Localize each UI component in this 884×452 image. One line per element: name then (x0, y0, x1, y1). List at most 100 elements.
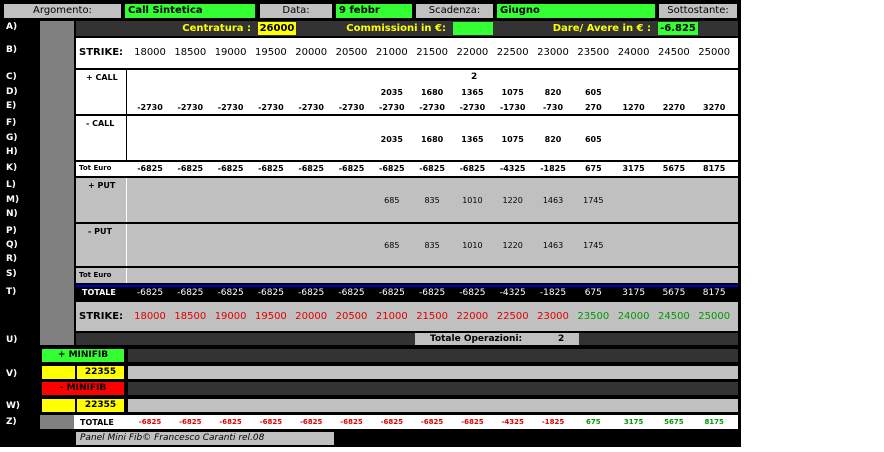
tot-euro-call-value-10: -1825 (540, 164, 566, 173)
minifib-plus-price[interactable]: 22355 (77, 366, 124, 379)
panel-mini-fib: Argomento: Call Sintetica Data: 9 febbr … (0, 0, 741, 447)
strike-colored-11: 23500 (577, 311, 610, 322)
put-minus-premium-7: 835 (424, 241, 440, 250)
tot-euro-call-value-4: -6825 (298, 164, 324, 173)
call-plus-value-5: -2730 (338, 103, 365, 112)
argomento-field[interactable]: Call Sintetica (124, 3, 256, 19)
totale-value-10: -1825 (539, 288, 567, 298)
bottom-totale-value-14: 8175 (704, 418, 724, 426)
tot-euro-call-value-5: -6825 (338, 164, 365, 173)
strike-colored-9: 22500 (496, 311, 529, 322)
call-minus-premium-6: 2035 (380, 135, 403, 144)
strike-10: 23000 (537, 47, 569, 58)
strike-3: 19500 (254, 47, 287, 58)
call-minus-premium-8: 1365 (461, 135, 484, 144)
call-plus-value-2: -2730 (217, 103, 244, 112)
put-minus-premium-9: 1220 (502, 241, 523, 250)
call-plus-value-9: -1730 (499, 103, 526, 112)
centratura-field[interactable]: 26000 (258, 22, 296, 35)
bottom-totale-label: TOTALE (80, 418, 114, 427)
bottom-totale-value-1: -6825 (179, 418, 202, 426)
call-plus-value-0: -2730 (137, 103, 163, 112)
strike-colored-2: 19000 (214, 311, 247, 322)
strike-12: 24000 (617, 47, 650, 58)
commissioni-field[interactable] (453, 22, 493, 35)
strike-0: 18000 (134, 47, 166, 58)
totale-value-1: -6825 (177, 288, 204, 298)
row-letter-13: Q) (6, 240, 18, 250)
call-plus-value-10: -730 (542, 103, 564, 112)
row-letter-17: U) (6, 335, 18, 345)
strike-colored-3: 19500 (254, 311, 287, 322)
footer-credit: Panel Mini Fib© Francesco Caranti rel.08 (76, 432, 334, 445)
tot-euro-call-value-7: -6825 (419, 164, 445, 173)
totale-value-4: -6825 (298, 288, 325, 298)
strike-colored-0: 18000 (134, 311, 166, 322)
totale-value-12: 3175 (622, 288, 646, 298)
row-letter-2: C) (6, 72, 17, 82)
call-plus-value-8: -2730 (459, 103, 486, 112)
strike-colored-row: STRIKE: 18000 18500 19000 19500 20000 20500 21… (76, 302, 738, 331)
bottom-totale-value-0: -6825 (138, 418, 162, 426)
minifib-plus-qty[interactable] (42, 366, 75, 379)
strike-colored-7: 21500 (416, 311, 448, 322)
row-letter-1: B) (6, 45, 17, 55)
row-letter-7: H) (6, 147, 18, 157)
tot-euro-put-label: Tot Euro (79, 271, 112, 279)
call-qty[interactable]: 2 (471, 72, 477, 82)
strike-colored-1: 18500 (174, 311, 207, 322)
totale-value-7: -6825 (419, 288, 446, 298)
strike-2: 19000 (214, 47, 247, 58)
tot-euro-call-value-6: -6825 (379, 164, 405, 173)
tot-euro-call-value-11: 675 (584, 164, 602, 173)
minifib-plus-bar (128, 349, 738, 362)
strike-colored-13: 24500 (657, 311, 690, 322)
strike-4: 20000 (295, 47, 328, 58)
call-minus-premium-10: 820 (544, 135, 562, 144)
scadenza-field[interactable]: Giugno (496, 3, 656, 19)
minifib-minus-label: - MINIFIB (42, 382, 124, 395)
tot-euro-call-value-8: -6825 (459, 164, 486, 173)
call-minus-label: - CALL (86, 119, 115, 128)
row-letter-18: V) (6, 369, 18, 379)
row-letter-14: R) (6, 254, 18, 264)
totale-value-3: -6825 (257, 288, 284, 298)
call-minus-premium-11: 605 (584, 135, 602, 144)
tot-euro-call-value-14: 8175 (703, 164, 726, 173)
bottom-totale-value-9: -4325 (501, 418, 524, 426)
call-minus-panel: - CALL 2035 1680 1365 1075 820 605 (76, 116, 738, 160)
strike-colored-4: 20000 (295, 311, 328, 322)
totale-row: TOTALE -6825 -6825 -6825 -6825 -6825 -6825 -68… (76, 285, 738, 300)
totale-label: TOTALE (82, 288, 116, 297)
strike-colored-14: 25000 (698, 311, 731, 322)
totale-value-6: -6825 (378, 288, 405, 298)
data-field[interactable]: 9 febbr (335, 3, 413, 19)
strike-8: 22000 (456, 47, 489, 58)
call-plus-value-4: -2730 (298, 103, 324, 112)
strike-colored-label: STRIKE: (79, 311, 124, 322)
bottom-totale-value-2: -6825 (219, 418, 242, 426)
call-plus-value-12: 1270 (622, 103, 645, 112)
call-plus-value-11: 270 (584, 103, 602, 112)
tot-euro-call-row: Tot Euro -6825 -6825 -6825 -6825 -6825 -6825 -… (76, 162, 738, 176)
tot-euro-call-value-12: 3175 (622, 164, 645, 173)
call-plus-premium-8: 1365 (461, 88, 484, 97)
call-minus-premium-9: 1075 (501, 135, 524, 144)
bottom-totale-value-6: -6825 (380, 418, 403, 426)
totale-operazioni-label: Totale Operazioni: (430, 334, 523, 344)
row-letter-9: L) (6, 180, 16, 190)
row-letter-19: W) (6, 401, 21, 411)
put-plus-premium-9: 1220 (502, 196, 523, 205)
minifib-minus-price[interactable]: 22355 (77, 399, 124, 412)
minifib-minus-qty[interactable] (42, 399, 75, 412)
dare-avere-field[interactable]: -6.825 (658, 22, 698, 35)
minifib-plus-label: + MINIFIB (42, 349, 124, 362)
tot-euro-call-value-2: -6825 (217, 164, 244, 173)
tot-euro-call-label: Tot Euro (79, 164, 112, 172)
row-letter-6: G) (6, 133, 18, 143)
put-minus-premium-11: 1745 (583, 241, 604, 250)
totale-value-11: 675 (584, 288, 602, 298)
call-plus-value-14: 3270 (703, 103, 726, 112)
minifib-minus-bar (128, 382, 738, 395)
commissioni-label: Commissioni in €: (346, 23, 446, 34)
